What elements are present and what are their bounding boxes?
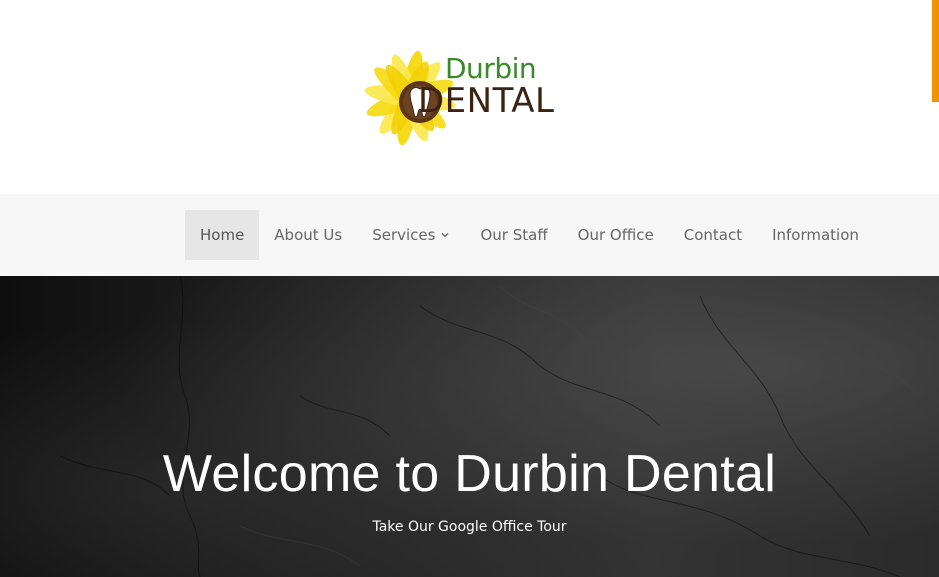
nav-item-label: Contact	[683, 226, 743, 244]
hero-title: Welcome to Durbin Dental	[162, 445, 777, 503]
nav-item-services[interactable]: Services	[357, 210, 465, 260]
nav-item-information[interactable]: Information	[757, 210, 874, 260]
logo-word-dental: DENTAL	[418, 81, 555, 121]
page: Durbin DENTAL Home About Us Services Our…	[0, 0, 939, 577]
nav-item-label: Services	[372, 226, 436, 244]
nav-item-label: Information	[772, 226, 859, 244]
main-navigation: Home About Us Services Our Staff Our Off…	[0, 194, 939, 276]
logo-word-durbin: Durbin	[445, 52, 537, 85]
nav-item-label: Home	[200, 226, 245, 244]
nav-item-our-staff[interactable]: Our Staff	[465, 210, 562, 260]
nav-item-label: Our Office	[577, 226, 654, 244]
chevron-down-icon	[442, 233, 449, 238]
site-header: Durbin DENTAL	[0, 0, 939, 194]
nav-item-contact[interactable]: Contact	[669, 210, 757, 260]
site-logo[interactable]: Durbin DENTAL	[350, 18, 590, 178]
nav-item-home[interactable]: Home	[185, 210, 260, 260]
nav-item-label: About Us	[274, 226, 343, 244]
nav-item-our-office[interactable]: Our Office	[563, 210, 669, 260]
nav-item-about-us[interactable]: About Us	[259, 210, 357, 260]
accent-strip	[932, 0, 939, 102]
hero-banner: Welcome to Durbin Dental Take Our Google…	[0, 276, 939, 577]
nav-list: Home About Us Services Our Staff Our Off…	[185, 210, 874, 260]
nav-item-label: Our Staff	[480, 226, 548, 244]
google-office-tour-link[interactable]: Take Our Google Office Tour	[0, 518, 939, 536]
